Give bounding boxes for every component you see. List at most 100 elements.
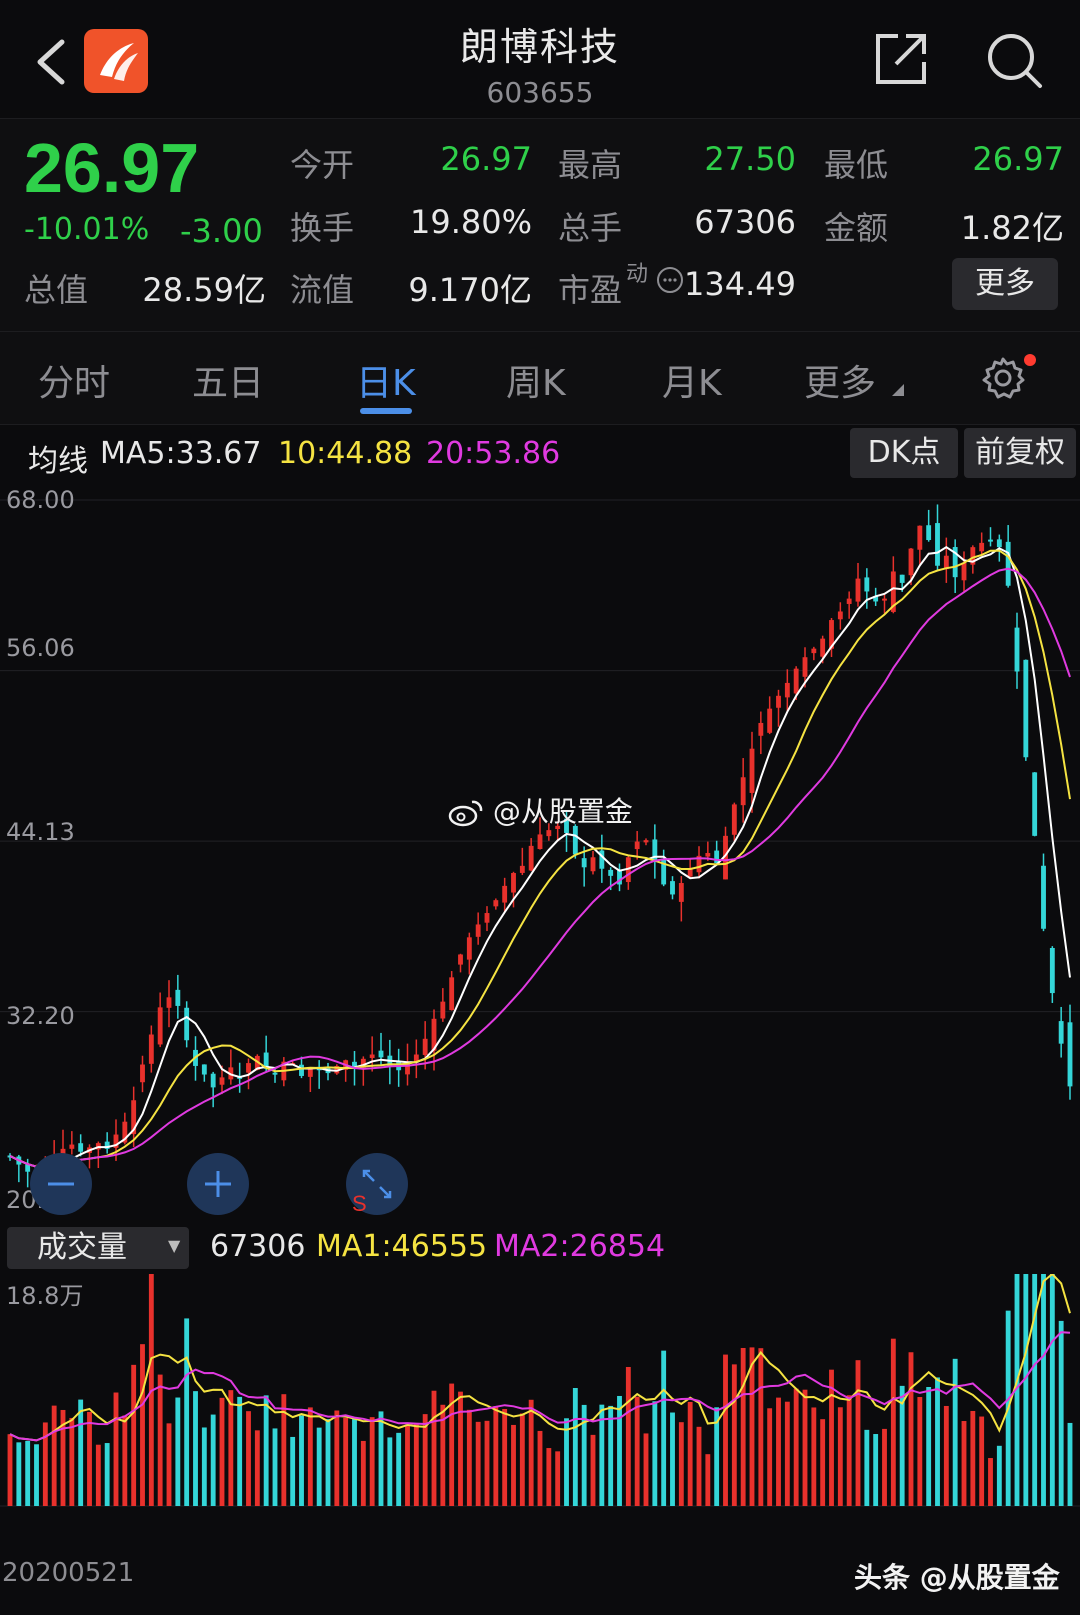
candle	[502, 877, 508, 913]
zoom-in-button[interactable]	[187, 1153, 249, 1215]
turnover-value: 19.80%	[409, 203, 532, 241]
volume-bar	[334, 1410, 340, 1506]
candle	[767, 696, 773, 735]
pe-superscript: 动	[626, 262, 649, 287]
tab-monthly-k[interactable]: 月K	[662, 354, 722, 406]
search-icon[interactable]	[984, 30, 1044, 90]
volume-bar	[758, 1348, 764, 1506]
volume-bar	[246, 1411, 251, 1506]
candle	[935, 504, 940, 571]
volume-bar	[537, 1430, 543, 1506]
volume-bar	[767, 1408, 773, 1506]
zoom-out-button[interactable]	[30, 1153, 92, 1215]
amount-value: 1.82亿	[960, 209, 1064, 247]
ma10-value: 10:44.88	[278, 436, 413, 471]
volume-bar	[422, 1414, 428, 1506]
share-icon[interactable]	[872, 30, 930, 88]
candle	[440, 988, 446, 1022]
pe-value: 134.49	[684, 265, 796, 303]
volume-bar	[749, 1347, 755, 1506]
volume-bar	[608, 1405, 614, 1506]
volume-chart[interactable]	[0, 1274, 1080, 1566]
candle	[148, 1025, 154, 1073]
dropdown-arrow-icon: ▼	[168, 1236, 181, 1255]
float-value: 9.170亿	[408, 271, 532, 309]
tab-intraday[interactable]: 分时	[38, 354, 110, 406]
volume-bar	[458, 1391, 463, 1506]
dk-point-button[interactable]: DK点	[850, 428, 958, 478]
tab-five-day[interactable]: 五日	[192, 354, 264, 406]
candle	[784, 669, 790, 712]
dropdown-triangle-icon	[892, 384, 904, 396]
volume-ma2: MA2:26854	[494, 1229, 666, 1264]
candle	[413, 1039, 419, 1079]
volume-bar	[466, 1409, 472, 1506]
candle	[776, 689, 781, 727]
volume-bar	[678, 1422, 684, 1506]
volume-bar	[564, 1418, 569, 1506]
volume-bar	[140, 1344, 145, 1506]
volume-bar	[917, 1397, 923, 1506]
volume-bar	[864, 1429, 870, 1506]
candle	[617, 863, 622, 892]
volume-bar	[617, 1395, 622, 1506]
volume-bar	[661, 1350, 667, 1506]
volume-bar	[307, 1407, 313, 1506]
candle	[104, 1132, 110, 1154]
info-circle-icon[interactable]	[656, 266, 684, 294]
low-value: 26.97	[972, 140, 1064, 178]
candle	[829, 618, 834, 657]
volume-bar	[157, 1374, 163, 1506]
volume-bar	[696, 1426, 702, 1506]
tab-weekly-k[interactable]: 周K	[506, 354, 566, 406]
candle	[634, 831, 640, 860]
volume-bar	[237, 1396, 243, 1506]
candle	[166, 980, 172, 1028]
ma5-value: MA5:33.67	[100, 436, 262, 471]
weibo-watermark-text: @从股置金	[492, 795, 633, 828]
volume-bar	[687, 1401, 693, 1506]
volume-bar	[519, 1413, 525, 1506]
volume-bar	[316, 1427, 322, 1506]
adjust-button[interactable]: 前复权	[964, 428, 1076, 478]
fullscreen-icon: S	[352, 1169, 392, 1216]
candlestick-chart[interactable]	[0, 482, 1080, 1222]
candle	[140, 1055, 145, 1093]
candle	[228, 1049, 234, 1085]
ma-label: 均线	[28, 444, 88, 479]
zoom-out-icon	[48, 1182, 74, 1186]
volume-bar	[290, 1436, 296, 1506]
volume-bar	[670, 1412, 675, 1506]
volume-bar	[740, 1347, 746, 1506]
tab-more[interactable]: 更多	[804, 354, 876, 406]
candle	[846, 591, 852, 619]
candle	[758, 711, 764, 755]
volume-bar	[511, 1424, 516, 1506]
more-quote-button[interactable]: 更多	[952, 258, 1058, 310]
volume-bar	[25, 1440, 31, 1506]
volume-bar	[78, 1399, 84, 1506]
fullscreen-button[interactable]: S	[346, 1153, 408, 1216]
candle	[855, 562, 861, 607]
candle	[493, 898, 499, 910]
volume-value: 67306	[694, 203, 796, 241]
volume-bar	[193, 1391, 198, 1506]
volume-bar	[352, 1418, 357, 1506]
volume-bar	[555, 1451, 561, 1506]
candle	[466, 932, 472, 975]
candle	[449, 971, 455, 1011]
volume-bar	[802, 1389, 808, 1506]
pe-label: 市盈	[558, 271, 623, 309]
indicator-select[interactable]: 成交量	[7, 1227, 189, 1269]
volume-bar	[590, 1434, 596, 1506]
open-value: 26.97	[440, 140, 532, 178]
volume-bar	[820, 1419, 826, 1506]
tab-daily-k[interactable]: 日K	[356, 354, 416, 406]
gear-icon[interactable]	[980, 355, 1026, 401]
volume-bar	[113, 1392, 119, 1506]
candle	[1032, 772, 1038, 837]
volume-label: 总手	[558, 209, 623, 247]
candle	[696, 846, 702, 879]
volume-bar	[325, 1419, 331, 1506]
volume-bar	[1058, 1320, 1064, 1506]
